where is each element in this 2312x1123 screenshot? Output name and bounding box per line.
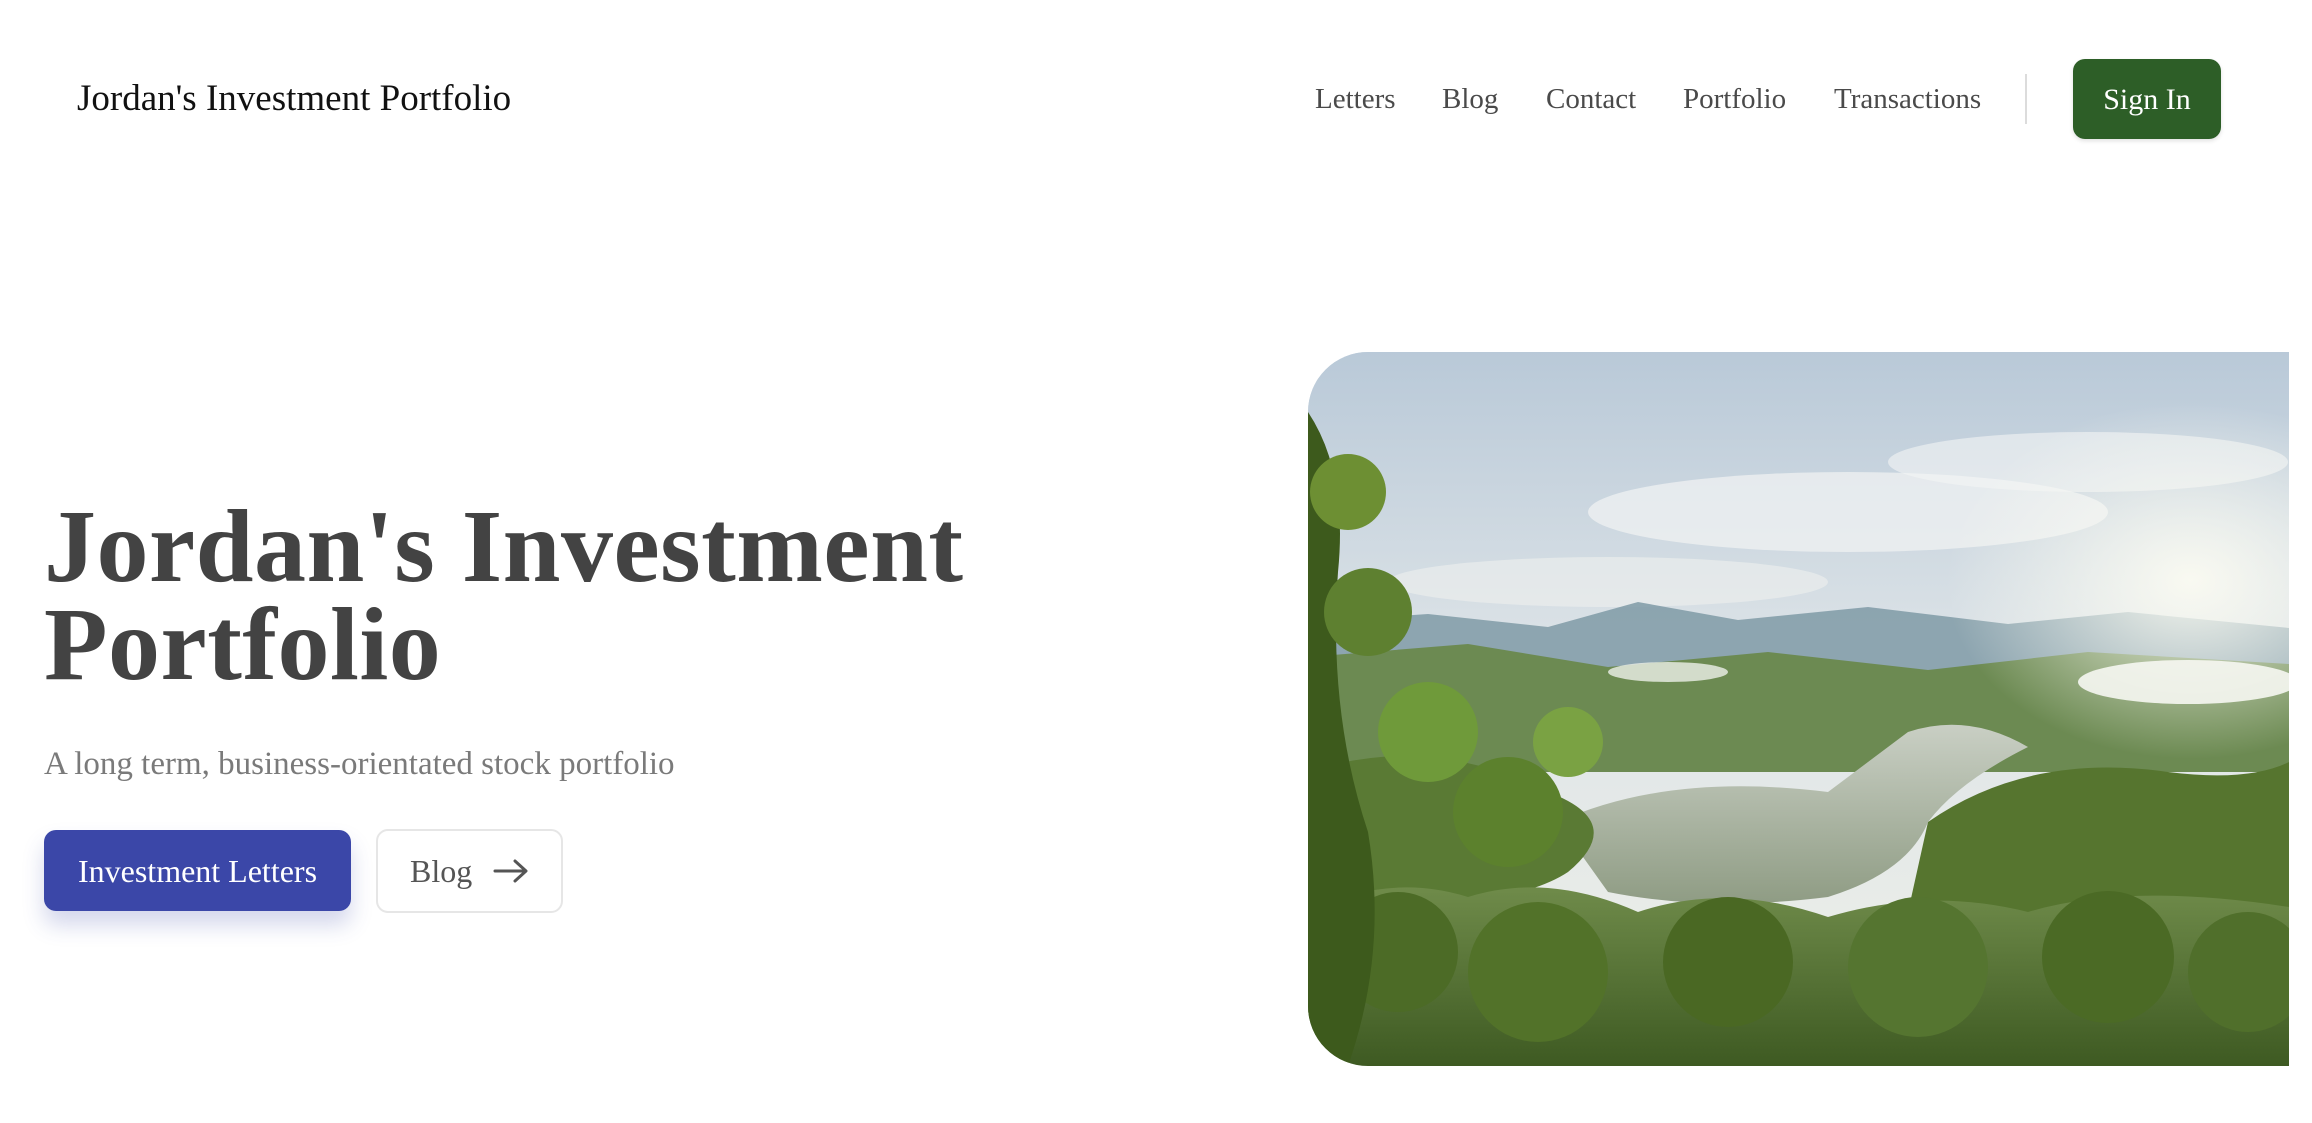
nav-link-contact[interactable]: Contact xyxy=(1546,73,1636,125)
hero-landscape-image xyxy=(1308,352,2289,1066)
rainforest-lake-illustration xyxy=(1308,352,2289,1066)
sign-in-button[interactable]: Sign In xyxy=(2073,59,2221,139)
hero-heading: Jordan's Investment Portfolio xyxy=(44,489,964,702)
nav-link-letters[interactable]: Letters xyxy=(1315,73,1396,125)
main-nav: Letters Blog Contact Portfolio Transacti… xyxy=(0,73,2312,125)
hero-subtitle: A long term, business-orientated stock p… xyxy=(44,746,675,782)
nav-link-blog[interactable]: Blog xyxy=(1442,73,1498,125)
blog-button-label: Blog xyxy=(410,853,473,889)
blog-button[interactable]: Blog xyxy=(376,829,563,913)
nav-link-portfolio[interactable]: Portfolio xyxy=(1683,73,1786,125)
arrow-right-icon xyxy=(493,859,528,883)
nav-link-transactions[interactable]: Transactions xyxy=(1834,73,1981,125)
nav-divider xyxy=(2025,74,2027,124)
investment-letters-button[interactable]: Investment Letters xyxy=(44,830,351,911)
